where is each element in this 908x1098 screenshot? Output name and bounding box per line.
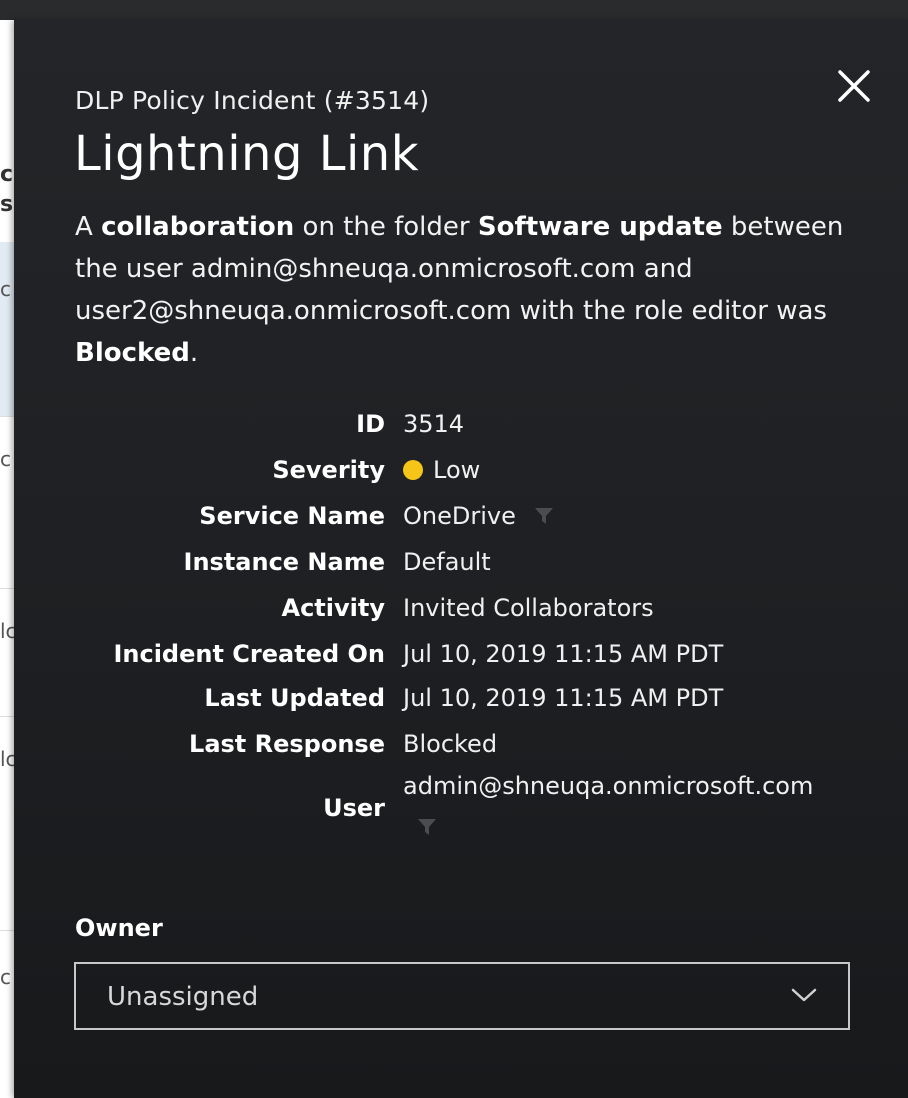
owner-selected-value: Unassigned — [107, 982, 259, 1012]
owner-label: Owner — [75, 914, 163, 942]
detail-value-user: admin@shneuqa.onmicrosoft.com — [403, 772, 814, 800]
severity-dot-icon — [403, 460, 423, 480]
filter-icon — [418, 819, 436, 835]
background-list-row[interactable]: c — [0, 930, 14, 1098]
incident-detail-panel: DLP Policy Incident (#3514) Lightning Li… — [14, 20, 908, 1098]
detail-row-activity: Activity Invited Collaborators — [14, 590, 908, 636]
incident-title: Lightning Link — [74, 126, 419, 182]
detail-value: Blocked — [403, 730, 498, 758]
filter-icon — [535, 508, 553, 524]
detail-value: Invited Collaborators — [403, 594, 654, 622]
detail-row-service-name: Service Name OneDrive — [14, 498, 908, 544]
detail-row-instance-name: Instance Name Default — [14, 544, 908, 590]
incident-subtitle: DLP Policy Incident (#3514) — [75, 86, 430, 115]
detail-row-created-on: Incident Created On Jul 10, 2019 11:15 A… — [14, 636, 908, 680]
background-text-fragment: c — [0, 447, 11, 471]
detail-value: Jul 10, 2019 11:15 AM PDT — [403, 684, 724, 712]
background-text-fragment: ci — [0, 162, 14, 187]
background-text-fragment: s — [0, 192, 14, 217]
detail-row-last-updated: Last Updated Jul 10, 2019 11:15 AM PDT — [14, 680, 908, 726]
owner-dropdown[interactable]: Unassigned — [74, 962, 850, 1030]
chevron-down-icon — [791, 988, 817, 1002]
detail-label: Last Response — [189, 730, 385, 758]
background-text-fragment: lc — [0, 619, 14, 643]
detail-label: Instance Name — [183, 548, 385, 576]
filter-service-name-button[interactable] — [534, 506, 554, 530]
background-text-fragment: lc — [0, 747, 14, 771]
background-text-fragment: c — [0, 965, 11, 989]
background-list-row-selected[interactable]: c — [0, 242, 14, 417]
app-top-bar — [0, 0, 908, 20]
detail-label: Incident Created On — [113, 640, 385, 668]
incident-details: ID 3514 Severity Low Service Name OneDri… — [14, 406, 908, 772]
close-icon — [838, 70, 870, 102]
detail-row-id: ID 3514 — [14, 406, 908, 452]
close-button[interactable] — [834, 66, 874, 106]
detail-value: OneDrive — [403, 502, 516, 530]
background-incident-list: ci s c c lc lc c — [0, 20, 14, 1098]
background-list-row[interactable]: c — [0, 416, 14, 589]
severity-value-wrap: Low — [403, 456, 480, 484]
detail-label: Last Updated — [204, 684, 385, 712]
detail-value: Jul 10, 2019 11:15 AM PDT — [403, 640, 724, 668]
activity-type-bold: collaboration — [101, 212, 295, 242]
incident-description: A collaboration on the folder Software u… — [75, 212, 844, 368]
detail-value: Default — [403, 548, 491, 576]
filter-user-button[interactable] — [417, 817, 437, 841]
detail-label: Service Name — [199, 502, 385, 530]
background-text-fragment: c — [0, 277, 11, 301]
detail-row-last-response: Last Response Blocked — [14, 726, 908, 772]
background-list-row[interactable]: lc — [0, 716, 14, 931]
detail-value: 3514 — [403, 410, 465, 438]
folder-name-bold: Software update — [477, 212, 723, 242]
detail-label-user: User — [323, 794, 385, 822]
detail-label: ID — [356, 410, 385, 438]
detail-value: Low — [433, 456, 481, 484]
detail-row-severity: Severity Low — [14, 452, 908, 498]
detail-label: Severity — [272, 456, 385, 484]
response-bold: Blocked — [75, 338, 190, 368]
detail-label: Activity — [281, 594, 386, 622]
background-list-row[interactable]: lc — [0, 588, 14, 717]
